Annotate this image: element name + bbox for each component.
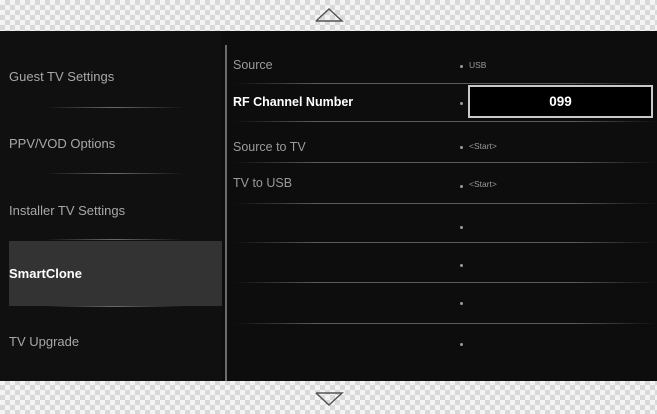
divider	[44, 107, 184, 108]
divider	[233, 282, 657, 283]
bullet-icon	[460, 343, 463, 346]
divider	[233, 323, 657, 324]
bullet-icon	[460, 226, 463, 229]
bullet-icon	[460, 185, 463, 188]
bullet-icon	[460, 65, 463, 68]
menu-item-ppv-vod-options[interactable]: PPV/VOD Options	[9, 111, 222, 176]
column-divider	[225, 45, 227, 381]
bullet-icon	[460, 102, 463, 105]
divider	[233, 203, 657, 204]
chevron-up-icon[interactable]	[314, 7, 344, 23]
setting-label-tv-to-usb[interactable]: TV to USB	[233, 176, 292, 190]
menu-item-tv-upgrade[interactable]: TV Upgrade	[9, 309, 222, 374]
menu-sidebar: Guest TV Settings PPV/VOD Options Instal…	[0, 31, 222, 381]
chevron-down-icon[interactable]	[314, 391, 344, 407]
menu-item-label: SmartClone	[9, 266, 82, 281]
menu-item-label: TV Upgrade	[9, 334, 80, 349]
divider	[44, 173, 184, 174]
divider	[44, 306, 184, 307]
menu-item-label: Guest TV Settings	[9, 69, 115, 84]
setting-label-source-to-tv[interactable]: Source to TV	[233, 140, 306, 154]
menu-item-label: Installer TV Settings	[9, 203, 126, 218]
setting-label-rf-channel-number[interactable]: RF Channel Number	[233, 95, 353, 109]
rf-channel-number-input[interactable]: 099	[468, 85, 653, 118]
menu-item-installer-tv-settings[interactable]: Installer TV Settings	[9, 178, 222, 243]
settings-panel: Guest TV Settings PPV/VOD Options Instal…	[0, 31, 657, 381]
divider	[233, 242, 657, 243]
divider	[233, 162, 657, 163]
setting-label-source[interactable]: Source	[233, 58, 273, 72]
setting-value-source[interactable]: USB	[469, 60, 486, 70]
menu-item-smartclone[interactable]: SmartClone	[9, 241, 222, 306]
menu-item-label: PPV/VOD Options	[9, 136, 116, 151]
bullet-icon	[460, 302, 463, 305]
setting-value-tv-to-usb[interactable]: <Start>	[469, 179, 497, 189]
divider	[44, 239, 184, 240]
bullet-icon	[460, 146, 463, 149]
bullet-icon	[460, 264, 463, 267]
divider	[233, 83, 657, 84]
divider	[233, 121, 657, 122]
setting-value-source-to-tv[interactable]: <Start>	[469, 141, 497, 151]
menu-item-guest-tv-settings[interactable]: Guest TV Settings	[9, 44, 222, 109]
